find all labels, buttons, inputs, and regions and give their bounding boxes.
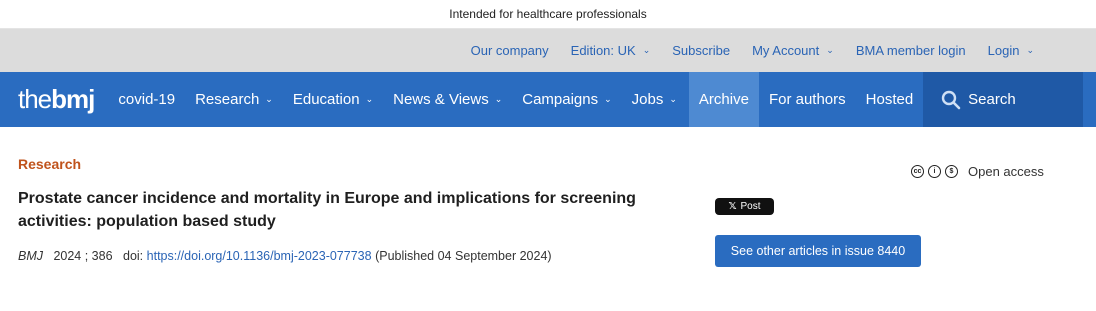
subscribe-link[interactable]: Subscribe [672, 43, 730, 58]
logo-the: the [18, 84, 52, 114]
doi-link[interactable]: https://doi.org/10.1136/bmj-2023-077738 [147, 249, 372, 263]
chevron-down-icon: ⌄ [604, 94, 612, 104]
login-label: Login [987, 43, 1020, 58]
nav-spacer [1083, 72, 1096, 127]
nav-item-label: For authors [768, 91, 846, 108]
nav-item-news-views[interactable]: News & Views ⌄ [383, 72, 512, 127]
x-post-label: Post [740, 201, 761, 212]
article-citation: BMJ 2024 ; 386 doi: https://doi.org/10.1… [18, 249, 552, 263]
see-other-articles-button[interactable]: See other articles in issue 8440 [715, 235, 921, 267]
nav-item-research[interactable]: Research ⌄ [185, 72, 283, 127]
nav-item-label: Education [292, 91, 360, 108]
article-title: Prostate cancer incidence and mortality … [18, 190, 636, 230]
nav-item-covid-19[interactable]: covid-19 [108, 72, 185, 127]
edition-dropdown[interactable]: Edition: UK ⌄ [571, 43, 651, 58]
chevron-down-icon: ⌄ [669, 94, 677, 104]
my-account-label: My Account [752, 43, 820, 58]
healthcare-notice-bar: Intended for healthcare professionals [0, 0, 1096, 29]
chevron-down-icon: ⌄ [826, 45, 834, 55]
nav-item-label: News & Views [393, 91, 489, 108]
login-dropdown[interactable]: Login ⌄ [988, 43, 1034, 58]
see-other-articles-label: See other articles in issue 8440 [730, 244, 906, 258]
nav-item-label: Archive [698, 91, 749, 108]
nav-item-archive[interactable]: Archive [688, 72, 759, 127]
edition-label: Edition: UK [570, 43, 636, 58]
x-logo-icon: 𝕏 [728, 201, 737, 212]
search-icon [941, 90, 961, 109]
by-icon: i [928, 165, 941, 178]
chevron-down-icon: ⌄ [642, 45, 651, 55]
utility-bar: Our company Edition: UK ⌄ Subscribe My A… [0, 29, 1096, 72]
nav-item-for-authors[interactable]: For authors [759, 72, 856, 127]
chevron-down-icon: ⌄ [1026, 45, 1034, 55]
nav-item-label: Hosted [865, 91, 914, 108]
chevron-down-icon: ⌄ [365, 94, 374, 104]
our-company-link[interactable]: Our company [471, 43, 549, 58]
search-button[interactable]: Search [923, 72, 1084, 127]
healthcare-notice: Intended for healthcare professionals [449, 7, 647, 21]
bma-member-login-label: BMA member login [855, 43, 966, 58]
open-access-label: Open access [968, 164, 1044, 179]
chevron-down-icon: ⌄ [265, 94, 273, 104]
nav-item-label: covid-19 [118, 91, 176, 108]
nav-item-campaigns[interactable]: Campaigns ⌄ [512, 72, 621, 127]
nav-item-label: Research [195, 91, 260, 108]
nc-icon: $ [945, 165, 958, 178]
doi-label: doi: [123, 249, 144, 263]
nav-item-label: Jobs [631, 91, 664, 108]
nav-item-hosted[interactable]: Hosted [856, 72, 924, 127]
main-nav: the bmj covid-19 Research ⌄ Education ⌄ N… [0, 72, 1096, 127]
nav-item-education[interactable]: Education ⌄ [283, 72, 383, 127]
search-label: Search [968, 91, 1016, 108]
article-section-label[interactable]: Research [18, 156, 81, 172]
published-date: (Published 04 September 2024) [375, 249, 552, 263]
my-account-dropdown[interactable]: My Account ⌄ [752, 43, 834, 58]
our-company-label: Our company [470, 43, 549, 58]
logo-bmj: bmj [51, 84, 95, 114]
subscribe-label: Subscribe [672, 43, 731, 58]
nav-item-jobs[interactable]: Jobs ⌄ [622, 72, 687, 127]
open-access-indicator: cc i $ Open access [911, 164, 1044, 179]
journal-name: BMJ [18, 249, 43, 263]
cc-icon: cc [911, 165, 924, 178]
chevron-down-icon: ⌄ [494, 94, 503, 104]
bma-member-login-link[interactable]: BMA member login [856, 43, 966, 58]
x-post-button[interactable]: 𝕏 Post [715, 198, 774, 215]
year-volume: 2024 ; 386 [53, 249, 113, 263]
nav-item-label: Campaigns [522, 91, 599, 108]
bmj-logo[interactable]: the bmj [0, 72, 108, 127]
